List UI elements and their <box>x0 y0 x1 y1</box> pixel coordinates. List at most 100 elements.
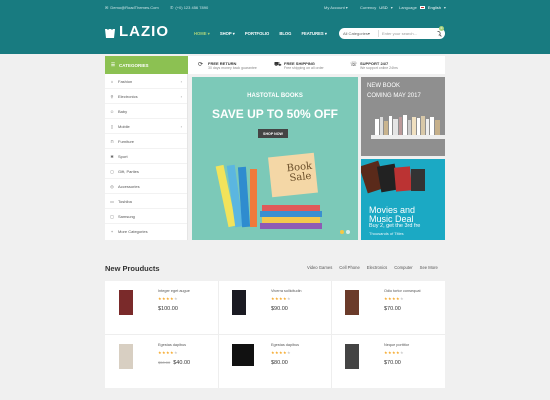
language-label: Language <box>399 4 417 10</box>
truck-icon: ⛟ <box>274 62 282 68</box>
product-card[interactable]: Egestas dapibus ★★★★★ $80.00 <box>218 335 331 388</box>
logo-text: LAZIO <box>119 23 169 40</box>
mobile-icon: ▯ <box>110 123 114 129</box>
sport-icon: ✱ <box>110 153 114 159</box>
nav-portfolio[interactable]: PORTFOLIO <box>245 31 269 36</box>
sidebar-item-label: More Categories <box>118 229 148 234</box>
email-text: Demo@RoadThemes.Com <box>110 4 159 10</box>
chevron-right-icon: › <box>180 123 182 129</box>
product-price: $90.00 <box>271 306 288 312</box>
sidebar-item-sport[interactable]: ✱ Sport <box>105 149 187 164</box>
product-price: $50.00 $40.00 <box>158 360 190 366</box>
main-nav: HOME ▾ SHOP ▾ PORTFOLIO BLOG FEATURES ▾ <box>194 31 327 36</box>
product-image[interactable] <box>232 344 254 366</box>
sidebar-item-more-categories[interactable]: + More Categories <box>105 224 187 239</box>
shop-now-button[interactable]: SHOP NOW <box>258 129 288 138</box>
product-name[interactable]: Integer eget augue <box>158 289 190 293</box>
language-switcher[interactable]: Language English ▾ <box>399 5 446 10</box>
side-banner-2-offer: Buy 2, get the 3rd fre <box>369 223 421 229</box>
sidebar-item-fashion[interactable]: ⌂ Fashion › <box>105 74 187 89</box>
product-image[interactable] <box>119 344 133 369</box>
side-banner-new-book[interactable]: NEW BOOK COMING MAY 2017 <box>361 77 445 156</box>
slider-dot[interactable] <box>346 230 350 234</box>
support-icon: ☏ <box>350 62 358 68</box>
banner-eyebrow: HASTOTAL BOOKS <box>247 93 303 99</box>
product-image[interactable] <box>345 344 359 369</box>
tab-computer[interactable]: Computer <box>394 265 412 270</box>
product-card[interactable]: Egestas dapibus ★★★★★ $50.00 $40.00 <box>105 335 218 388</box>
product-image[interactable] <box>119 290 133 315</box>
sidebar-item-label: Baby <box>118 108 128 114</box>
chevron-down-icon: ▾ <box>345 4 348 10</box>
tab-electronics[interactable]: Electronics <box>367 265 387 270</box>
chevron-right-icon: › <box>180 93 182 99</box>
logo[interactable]: LAZIO <box>104 23 169 40</box>
product-name[interactable]: Odio tortor consequat <box>384 289 421 293</box>
gift-icon: ◻ <box>110 168 114 174</box>
nav-home[interactable]: HOME ▾ <box>194 31 210 36</box>
service-free-return: ⟳ FREE RETURN 30 days money back guarante… <box>188 56 264 74</box>
hero-banner: HASTOTAL BOOKS SAVE UP TO 50% OFF SHOP N… <box>192 77 358 240</box>
accessory-icon: ◎ <box>110 183 114 189</box>
product-image[interactable] <box>345 290 359 315</box>
categories-toggle[interactable]: ☰ CATEGORIES <box>105 56 188 74</box>
sidebar-item-accessories[interactable]: ◎ Accessories <box>105 179 187 194</box>
product-grid: Integer eget augue ★★★★★ $100.00 Viverra… <box>105 281 445 388</box>
product-name[interactable]: Neque porttitor <box>384 343 409 347</box>
tab-see-more[interactable]: See More <box>420 265 438 270</box>
product-name[interactable]: Egestas dapibus <box>158 343 186 347</box>
product-card[interactable]: Integer eget augue ★★★★★ $100.00 <box>105 281 218 334</box>
search-category-label: All Categories <box>343 31 368 36</box>
product-price: $70.00 <box>384 306 401 312</box>
product-card[interactable]: Odio tortor consequat ★★★★★ $70.00 <box>331 281 444 334</box>
product-card[interactable]: Viverra sollicitudin ★★★★★ $90.00 <box>218 281 331 334</box>
product-name[interactable]: Egestas dapibus <box>271 343 299 347</box>
currency-label: Currency <box>360 4 377 10</box>
sidebar-item-toshiba[interactable]: ▭ Toshiba <box>105 194 187 209</box>
nav-features[interactable]: FEATURES ▾ <box>301 31 327 36</box>
side-banner-subtitle: COMING MAY 2017 <box>367 93 421 99</box>
rating-stars: ★★★★★ <box>158 350 178 355</box>
search-input[interactable]: Enter your search... <box>379 31 433 36</box>
old-price: $50.00 <box>158 360 171 365</box>
laptop-icon: ▭ <box>110 198 114 204</box>
sidebar-item-label: Furniture <box>118 138 135 144</box>
plus-icon: + <box>110 229 114 234</box>
product-price: $100.00 <box>158 306 178 312</box>
plug-icon: ⚲ <box>110 93 114 99</box>
nav-shop-label: SHOP <box>219 31 232 36</box>
nav-shop[interactable]: SHOP ▾ <box>220 31 235 36</box>
sidebar-item-label: Samsung <box>118 213 135 219</box>
currency-switcher[interactable]: Currency USD ▾ <box>360 5 393 10</box>
service-subtitle: We support online 24hrs <box>360 65 398 70</box>
product-image[interactable] <box>232 290 246 315</box>
nav-blog[interactable]: BLOG <box>279 31 291 36</box>
service-free-shipping: ⛟ FREE SHIPPING Free shipping on all orde… <box>264 56 340 74</box>
product-card[interactable]: Neque porttitor ★★★★★ $70.00 <box>331 335 444 388</box>
category-sidebar: ⌂ Fashion › ⚲ Electronics › ☺ Baby ▯ Mobile › ⊓… <box>105 74 188 240</box>
sidebar-item-label: Mobile <box>118 123 130 129</box>
sidebar-item-mobile[interactable]: ▯ Mobile › <box>105 119 187 134</box>
product-name[interactable]: Viverra sollicitudin <box>271 289 302 293</box>
sidebar-item-label: Fashion <box>118 78 133 84</box>
sidebar-item-baby[interactable]: ☺ Baby <box>105 104 187 119</box>
sidebar-item-furniture[interactable]: ⊓ Furniture <box>105 134 187 149</box>
slider-dot[interactable] <box>340 230 344 234</box>
chevron-right-icon: › <box>180 78 182 84</box>
header: LAZIO HOME ▾ SHOP ▾ PORTFOLIO BLOG FEATU… <box>0 14 550 54</box>
tab-cell-phone[interactable]: Cell Phone <box>339 265 360 270</box>
account-link[interactable]: My Account ▾ <box>324 5 348 10</box>
side-banner-movies[interactable]: Movies and Music Deal Buy 2, get the 3rd … <box>361 159 445 240</box>
email-icon: ✉ <box>105 4 109 10</box>
sidebar-item-gift-parties[interactable]: ◻ Gift, Parties <box>105 164 187 179</box>
cart-button[interactable]: 0 <box>430 26 444 40</box>
sidebar-item-electronics[interactable]: ⚲ Electronics › <box>105 89 187 104</box>
sidebar-item-label: Gift, Parties <box>118 168 139 174</box>
section-title: New Prouducts <box>105 264 160 273</box>
service-support: ☏ SUPPORT 24/7 We support online 24hrs <box>340 56 416 74</box>
sidebar-item-samsung[interactable]: ▢ Samsung <box>105 209 187 224</box>
books-illustration <box>215 152 322 229</box>
search-category-select[interactable]: All Categories ▾ <box>339 30 379 37</box>
menu-icon: ☰ <box>111 62 116 67</box>
tab-video-games[interactable]: Video Games <box>307 265 332 270</box>
